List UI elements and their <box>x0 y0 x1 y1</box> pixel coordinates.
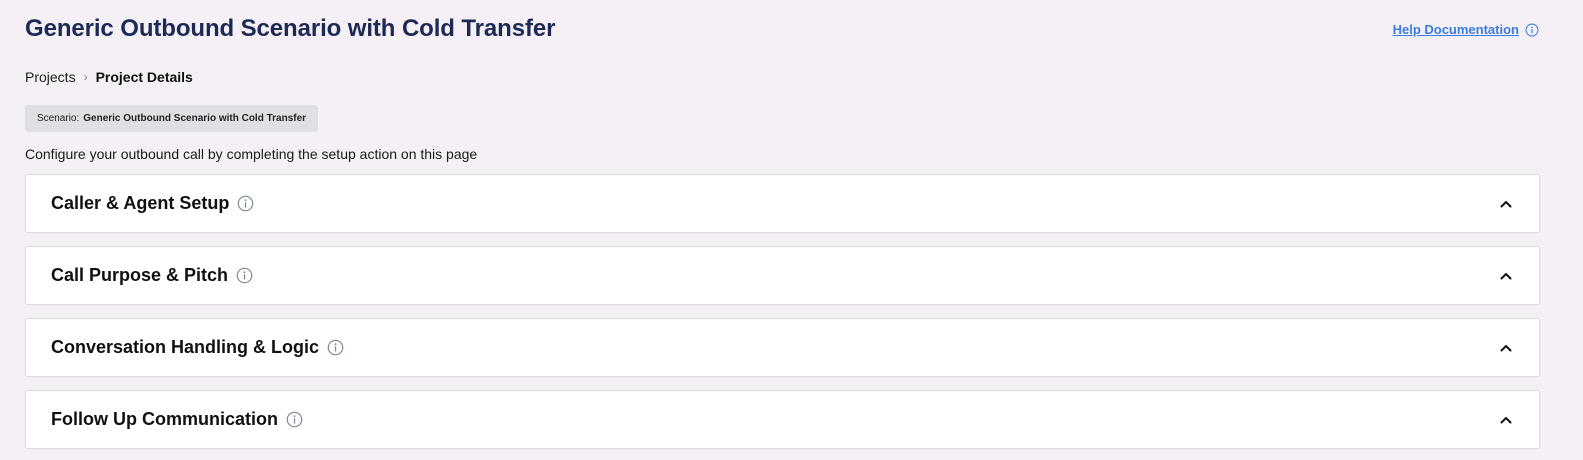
section-title: Follow Up Communication <box>51 409 278 429</box>
section-title: Caller & Agent Setup <box>51 193 230 213</box>
help-documentation-link[interactable]: Help Documentation <box>1393 22 1539 37</box>
section-conversation-handling-logic[interactable]: Conversation Handling & Logic <box>25 318 1540 377</box>
chevron-right-icon: › <box>83 70 88 84</box>
chevron-up-icon[interactable] <box>1499 341 1513 355</box>
section-title: Call Purpose & Pitch <box>51 265 229 285</box>
chevron-up-icon[interactable] <box>1499 413 1513 427</box>
section-caller-agent-setup[interactable]: Caller & Agent Setup <box>25 174 1540 233</box>
setup-sections: Caller & Agent Setup Call Purpose & Pitc… <box>25 174 1540 460</box>
info-icon[interactable] <box>327 339 344 356</box>
chevron-up-icon[interactable] <box>1499 269 1513 283</box>
section-follow-up-communication[interactable]: Follow Up Communication <box>25 390 1540 449</box>
breadcrumb-projects[interactable]: Projects <box>25 69 76 85</box>
help-documentation-label: Help Documentation <box>1392 22 1519 37</box>
info-icon[interactable] <box>286 411 303 428</box>
section-title: Conversation Handling & Logic <box>51 337 320 357</box>
chevron-up-icon[interactable] <box>1499 197 1513 211</box>
intro-text: Configure your outbound call by completi… <box>25 146 478 162</box>
breadcrumb-project-details: Project Details <box>95 69 193 85</box>
info-icon <box>1525 23 1539 36</box>
scenario-value: Generic Outbound Scenario with Cold Tran… <box>83 113 307 124</box>
page-title: Generic Outbound Scenario with Cold Tran… <box>25 15 556 42</box>
info-icon[interactable] <box>237 195 254 212</box>
scenario-badge: Scenario: Generic Outbound Scenario with… <box>25 105 319 132</box>
breadcrumb: Projects › Project Details <box>25 69 193 85</box>
info-icon[interactable] <box>236 267 253 284</box>
scenario-label: Scenario: <box>37 113 80 124</box>
section-call-purpose-pitch[interactable]: Call Purpose & Pitch <box>25 246 1540 305</box>
